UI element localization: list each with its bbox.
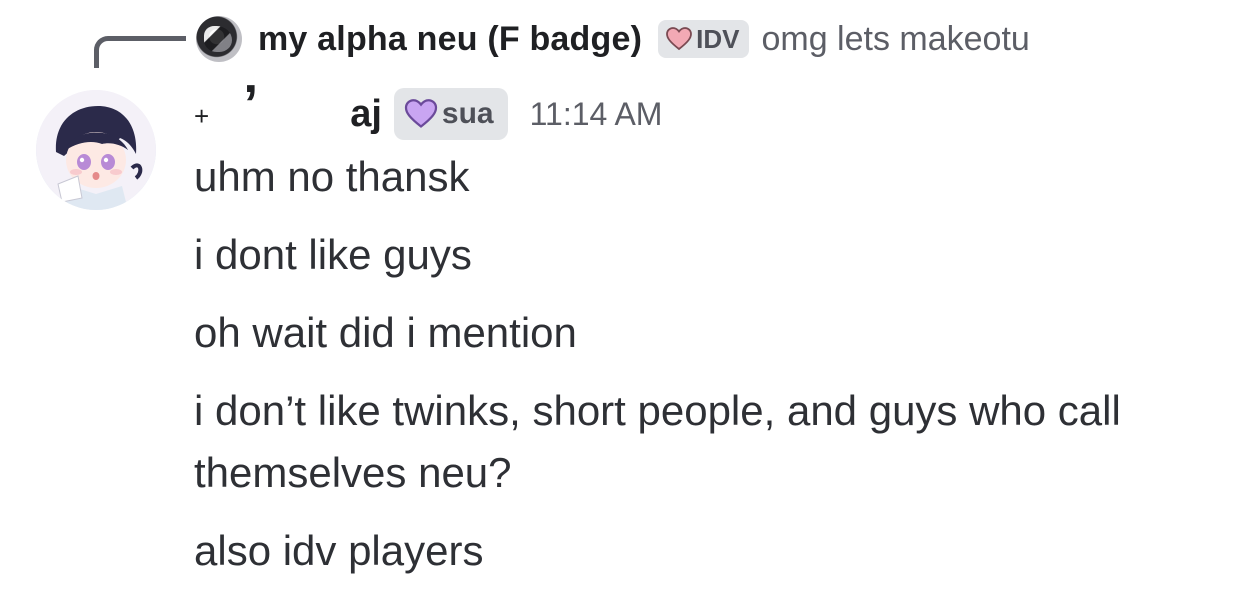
avatar-image [36,90,156,210]
decoration-plus: + [194,100,210,131]
heart-pink-icon [666,27,693,51]
message-line: i don’t like twinks, short people, and g… [194,387,1121,434]
avatar[interactable] [36,90,156,210]
message-line: oh wait did i mention [194,309,577,356]
message-line: i dont like guys [194,231,472,278]
author-name[interactable]: aj [350,93,382,136]
reply-tag-label: IDV [696,23,740,54]
reply-reference[interactable]: my alpha neu (F badge) IDV omg lets make… [196,12,1030,66]
author-tag-label: sua [441,97,494,130]
decoration-comma: ’ [243,74,259,134]
reply-author-name[interactable]: my alpha neu (F badge) [258,20,642,59]
message-line: also idv players [194,527,484,574]
author-server-tag[interactable]: sua [393,88,508,140]
reply-server-tag[interactable]: IDV [658,20,750,58]
timestamp[interactable]: 11:14 AM [530,96,663,133]
reply-spine [94,36,186,68]
message-header: + ’ aj sua 11:14 AM [194,74,663,142]
heart-purple-icon [404,99,438,128]
reply-avatar[interactable] [196,16,242,62]
message-line: themselves neu? [194,449,512,496]
reply-preview-text[interactable]: omg lets makeotu [761,20,1029,59]
message-line: uhm no thansk [194,153,470,200]
